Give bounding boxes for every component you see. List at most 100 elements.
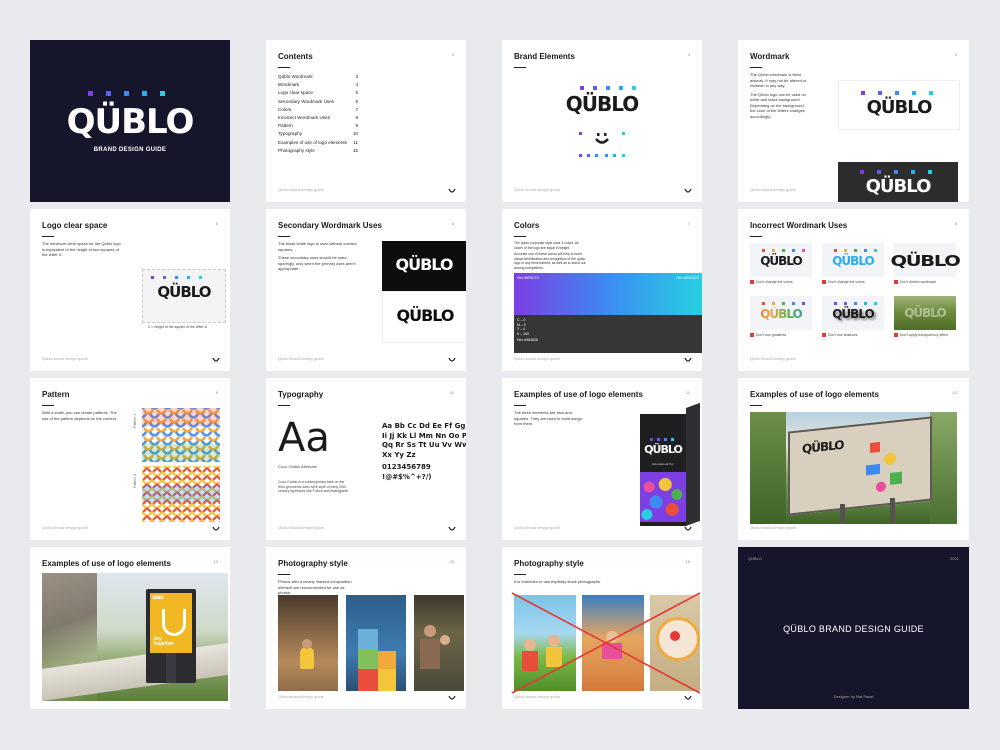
slide-footer: Qüblo brand design guide bbox=[514, 525, 560, 530]
slide-title: Typography bbox=[278, 390, 324, 399]
cover-subtitle: BRAND DESIGN GUIDE bbox=[93, 147, 167, 153]
smile-icon bbox=[684, 526, 692, 531]
toc-item[interactable]: Incorrect Wordmark Uses 8 bbox=[278, 114, 358, 122]
slide-clear-space[interactable]: Logo clear space 5 The minimum clear spa… bbox=[30, 209, 230, 371]
slide-title: Photography style bbox=[278, 559, 348, 568]
smile-icon bbox=[212, 357, 220, 362]
title-rule bbox=[278, 236, 290, 237]
logo-squares bbox=[580, 86, 636, 90]
slide-wordmark[interactable]: Wordmark 4 The Qüblo wordmark is fixed a… bbox=[738, 40, 969, 202]
slide-footer: Qüblo brand design guide bbox=[514, 356, 560, 361]
slide-title: Examples of use of logo elements bbox=[42, 559, 171, 568]
toc-item[interactable]: Examples of use of logo elements 11 bbox=[278, 139, 358, 147]
smile-icon bbox=[684, 357, 692, 362]
back-credit: Designer by Nat Pavel bbox=[833, 694, 874, 699]
clear-space-diagram: QÜBLO bbox=[142, 269, 226, 323]
slide-cover[interactable]: QÜBLO BRAND DESIGN GUIDE bbox=[30, 40, 230, 202]
title-rule bbox=[42, 405, 54, 406]
poster-slogan: Joy Together bbox=[153, 636, 175, 647]
page-number: 3 bbox=[687, 52, 690, 57]
dark-swatch: C – 0M – 0Y – 0K – 100 Hex #363636 bbox=[514, 315, 702, 353]
page-number: 12 bbox=[952, 390, 957, 395]
wordmark-dark: QÜBLO bbox=[838, 162, 958, 202]
slide-incorrect[interactable]: Incorrect Wordmark Uses 8 QÜBLO QÜBLO QÜ… bbox=[738, 209, 969, 371]
pattern-label: Pattern 1 bbox=[133, 413, 137, 428]
slide-examples-billboard[interactable]: Examples of use of logo elements 12 QÜBL… bbox=[738, 378, 969, 540]
page-number: 8 bbox=[954, 221, 957, 226]
back-title: QÜBLO BRAND DESIGN GUIDE bbox=[783, 624, 924, 634]
incorrect-example: QÜBLO bbox=[822, 243, 884, 277]
slide-colors[interactable]: Colors 7 The qublo corporate style uses … bbox=[502, 209, 702, 371]
page-number: 16 bbox=[685, 559, 690, 564]
slide-body: With a smile, you can create patterns. T… bbox=[42, 410, 117, 421]
toc-item[interactable]: Colors 7 bbox=[278, 106, 358, 114]
title-rule bbox=[750, 405, 762, 406]
smile-icon bbox=[212, 526, 220, 531]
toc-item[interactable]: Qüblo Wordmark 3 bbox=[278, 73, 358, 81]
toc-item[interactable]: Pattern 9 bbox=[278, 122, 358, 130]
title-rule bbox=[750, 236, 762, 237]
slide-title: Colors bbox=[514, 221, 540, 230]
slide-pattern[interactable]: Pattern 9 With a smile, you can create p… bbox=[30, 378, 230, 540]
title-rule bbox=[42, 236, 54, 237]
slide-photo-style[interactable]: Photography style 15 Photos with a clear… bbox=[266, 547, 466, 709]
incorrect-caption: Don't stretch wordmark bbox=[894, 280, 936, 285]
smile-icon bbox=[684, 188, 692, 193]
typography-body: Coco Gothic is a contemporary take on th… bbox=[278, 480, 350, 493]
slide-footer: Qüblo brand design guide bbox=[514, 694, 560, 699]
slide-body: Photos with a clearly marked composition… bbox=[278, 579, 352, 595]
toc-item[interactable]: Wordmark 4 bbox=[278, 81, 358, 89]
slide-title: Examples of use of logo elements bbox=[750, 390, 879, 399]
slide-title: Logo clear space bbox=[42, 221, 108, 230]
slide-title: Wordmark bbox=[750, 52, 790, 61]
photo-toy-blocks bbox=[346, 595, 406, 691]
slide-examples-poster[interactable]: Examples of use of logo elements 13 QÜBL… bbox=[30, 547, 230, 709]
toc-item[interactable]: Photography style 15 bbox=[278, 147, 358, 155]
slide-typography[interactable]: Typography 10 Aa Coco Gothic Alternate A… bbox=[266, 378, 466, 540]
smile-icon bbox=[448, 695, 456, 700]
slide-title: Pattern bbox=[42, 390, 70, 399]
alphabet: Aa Bb Cc Dd Ee Ff Gg Hh Ii Jj Kk Ll Mm N… bbox=[382, 422, 466, 481]
toc-list: Qüblo Wordmark 3 Wordmark 4 Logo clear spa… bbox=[278, 73, 358, 155]
title-rule bbox=[278, 405, 290, 406]
slide-footer: Qüblo brand design guide bbox=[42, 525, 88, 530]
gradient-swatch: Hex #6F6CF2 Hex #00D4CD bbox=[514, 273, 702, 315]
slide-body: The black-white logo is used without col… bbox=[278, 241, 357, 271]
incorrect-caption: Don't apply transparency effect bbox=[894, 333, 948, 338]
toc-item[interactable]: Typography 10 bbox=[278, 130, 358, 138]
incorrect-caption: Don't use gradients bbox=[750, 333, 786, 338]
poster-photo: QÜBLO Joy Together bbox=[42, 573, 228, 701]
toc-item[interactable]: Logo clear space 5 bbox=[278, 89, 358, 97]
brand-logo: QÜBLO bbox=[565, 92, 640, 116]
smile-element-icon bbox=[579, 132, 625, 157]
page-number: 13 bbox=[213, 559, 218, 564]
slide-brand-elements[interactable]: Brand Elements 3 QÜBLO Qüblo brand desig… bbox=[502, 40, 702, 202]
title-rule bbox=[514, 67, 526, 68]
slide-secondary[interactable]: Secondary Wordmark Uses 6 The black-whit… bbox=[266, 209, 466, 371]
slide-examples-box[interactable]: Examples of use of logo elements 11 The … bbox=[502, 378, 702, 540]
slide-photo-forbidden[interactable]: Photography style 16 It is forbidden to … bbox=[502, 547, 702, 709]
slide-back-cover[interactable]: QÜBLO 2021 QÜBLO BRAND DESIGN GUIDE Desi… bbox=[738, 547, 969, 709]
back-brand: QÜBLO bbox=[748, 556, 763, 561]
smile-icon bbox=[448, 357, 456, 362]
slide-footer: Qüblo brand design guide bbox=[514, 187, 560, 192]
product-box-mockup: QÜBLO Educational Toy bbox=[640, 402, 700, 526]
incorrect-caption: Don't use shadows bbox=[822, 333, 857, 338]
smile-icon bbox=[684, 695, 692, 700]
toc-item[interactable]: Secondary Wordmark Uses 6 bbox=[278, 98, 358, 106]
page-number: 15 bbox=[449, 559, 454, 564]
page-number: 6 bbox=[451, 221, 454, 226]
slide-footer: Qüblo brand design guide bbox=[750, 525, 796, 530]
page-number: 2 bbox=[451, 52, 454, 57]
smile-icon bbox=[448, 188, 456, 193]
photo-family bbox=[414, 595, 464, 691]
slide-title: Contents bbox=[278, 52, 313, 61]
incorrect-example: QÜBLO bbox=[750, 243, 812, 277]
title-rule bbox=[514, 236, 526, 237]
slide-contents[interactable]: Contents 2 Qüblo Wordmark 3 Wordmark 4 Log… bbox=[266, 40, 466, 202]
title-rule bbox=[278, 67, 290, 68]
forbidden-cross-icon bbox=[511, 592, 701, 694]
page-number: 11 bbox=[685, 390, 690, 395]
slide-body: It is forbidden to use explicitly stock … bbox=[514, 579, 602, 584]
title-rule bbox=[514, 574, 526, 575]
